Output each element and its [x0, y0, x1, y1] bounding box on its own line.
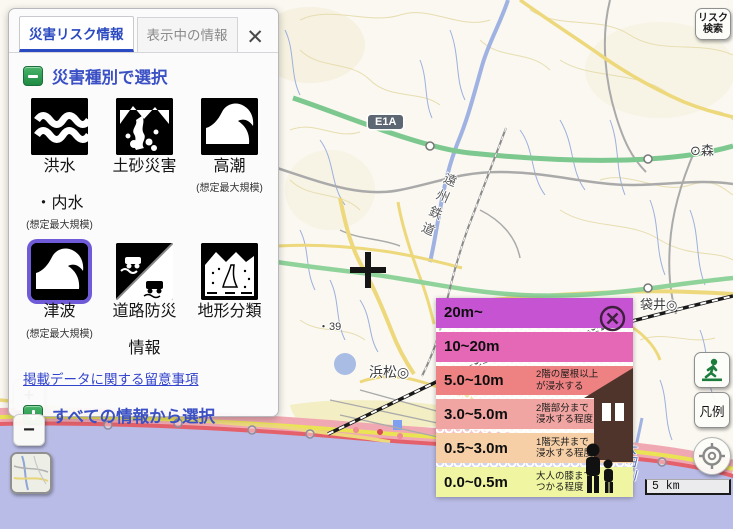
legend-row: 5.0~10m 2階の屋根以上 が浸水する [436, 366, 633, 396]
tab-disaster-risk-info[interactable]: 災害リスク情報 [19, 16, 134, 52]
collapse-minus-icon[interactable] [23, 66, 43, 86]
legend-range: 5.0~10m [444, 372, 532, 389]
panel-close-icon[interactable]: ✕ [246, 27, 270, 52]
hazard-sublabel: (想定最大規模) [26, 325, 93, 340]
legend-range: 0.0~0.5m [444, 474, 532, 491]
compass-icon [698, 442, 726, 470]
lake [334, 353, 356, 375]
road-hazard-icon [116, 243, 173, 300]
storm-surge-icon [201, 98, 258, 155]
hazard-section-title: 災害種別で選択 [52, 64, 168, 88]
hazard-terrain[interactable]: 地形分類 [187, 243, 272, 358]
legend-range: 10~20m [444, 338, 532, 355]
evacuation-site-button[interactable] [694, 352, 730, 388]
hazard-label: 津波 [43, 303, 75, 321]
legend-row: 3.0~5.0m 2階部分まで 浸水する程度 [436, 399, 633, 429]
risk-search-button[interactable]: リスク 検索 [695, 8, 731, 40]
all-info-section-title: すべての情報から選択 [52, 403, 215, 427]
legend-desc: 2階の屋根以上 が浸水する [536, 369, 598, 392]
minimap-thumbnail [12, 454, 50, 492]
risk-search-label-line2: 検索 [703, 24, 723, 36]
legend-range: 20m~ [444, 304, 532, 321]
zoom-out-label: − [23, 419, 35, 442]
flood-icon [31, 98, 88, 155]
tsunami-depth-legend: 20m~ 10~20m 5.0~10m 2階の屋根以上 が浸水する 3.0~5.… [436, 298, 633, 497]
map-label-elevation: ・39 [318, 318, 341, 334]
hazard-tsunami[interactable]: 津波 (想定最大規模) [17, 243, 102, 358]
all-info-section-header[interactable]: すべての情報から選択 [9, 389, 278, 429]
legend-row: 0.5~3.0m 1階天井まで 浸水する程度 [436, 433, 633, 463]
hazard-road-info[interactable]: 道路防災 情報 [102, 243, 187, 358]
legend-desc: 1階天井まで 浸水する程度 [536, 437, 593, 460]
compass-location-button[interactable] [693, 437, 731, 475]
hazard-storm-surge[interactable]: 高潮 (想定最大規模) [187, 98, 272, 231]
legend-row: 10~20m [436, 332, 633, 362]
map-label-fukuroi: 袋井◎ [640, 294, 677, 313]
hazard-landslide[interactable]: 土砂災害 [102, 98, 187, 231]
zoom-out-button[interactable]: − [13, 414, 45, 446]
tsunami-icon [31, 243, 88, 300]
data-notice-link[interactable]: 掲載データに関する留意事項 [23, 372, 199, 387]
hazard-label: 洪水 [43, 158, 75, 175]
disaster-risk-panel: 災害リスク情報 表示中の情報 ✕ 災害種別で選択 洪水 ・内水 (想定最大規模) [8, 8, 279, 417]
hazard-label: 土砂災害 [112, 158, 176, 176]
hazard-label-line2: ・内水 [35, 195, 83, 212]
scale-label: 5 km [652, 480, 680, 493]
legend-desc: 大人の膝まで つかる程度 [536, 471, 593, 494]
map-label-hamamatsu: 浜松◎ [369, 362, 409, 382]
legend-button-label: 凡例 [699, 401, 724, 420]
hazard-flood[interactable]: 洪水 ・内水 (想定最大規模) [17, 98, 102, 231]
landslide-icon [116, 98, 173, 155]
hazard-sublabel: (想定最大規模) [26, 216, 93, 231]
tab-displayed-info[interactable]: 表示中の情報 [137, 17, 238, 52]
legend-range: 3.0~5.0m [444, 406, 532, 423]
map-center-crosshair-icon [348, 250, 388, 290]
running-person-icon [699, 357, 725, 383]
map-label-mori: ⊙森 [690, 140, 714, 159]
panel-tab-bar: 災害リスク情報 表示中の情報 ✕ [9, 9, 278, 53]
map-scale-bar: 5 km [645, 479, 731, 495]
expressway-badge: E1A [368, 115, 403, 129]
hazard-label: 地形分類 [197, 303, 261, 321]
hazard-type-section-header[interactable]: 災害種別で選択 [9, 53, 278, 90]
hazard-label: 道路防災 [112, 303, 176, 320]
hazard-label-line2: 情報 [128, 340, 160, 357]
hazard-sublabel: (想定最大規模) [196, 179, 263, 194]
risk-search-label-line1: リスク [698, 13, 728, 25]
legend-row: 0.0~0.5m 大人の膝まで つかる程度 [436, 467, 633, 497]
hazard-label: 高潮 [213, 158, 245, 176]
notice-row: 掲載データに関する留意事項 [9, 358, 278, 389]
legend-toggle-button[interactable]: 凡例 [694, 392, 730, 428]
terrain-icon [201, 243, 258, 300]
legend-close-icon[interactable] [599, 305, 626, 332]
hazard-grid: 洪水 ・内水 (想定最大規模) 土砂災害 高潮 (想定最大規模) [9, 90, 278, 358]
overview-minimap[interactable] [10, 452, 52, 494]
legend-range: 0.5~3.0m [444, 440, 532, 457]
legend-desc: 2階部分まで 浸水する程度 [536, 403, 593, 426]
